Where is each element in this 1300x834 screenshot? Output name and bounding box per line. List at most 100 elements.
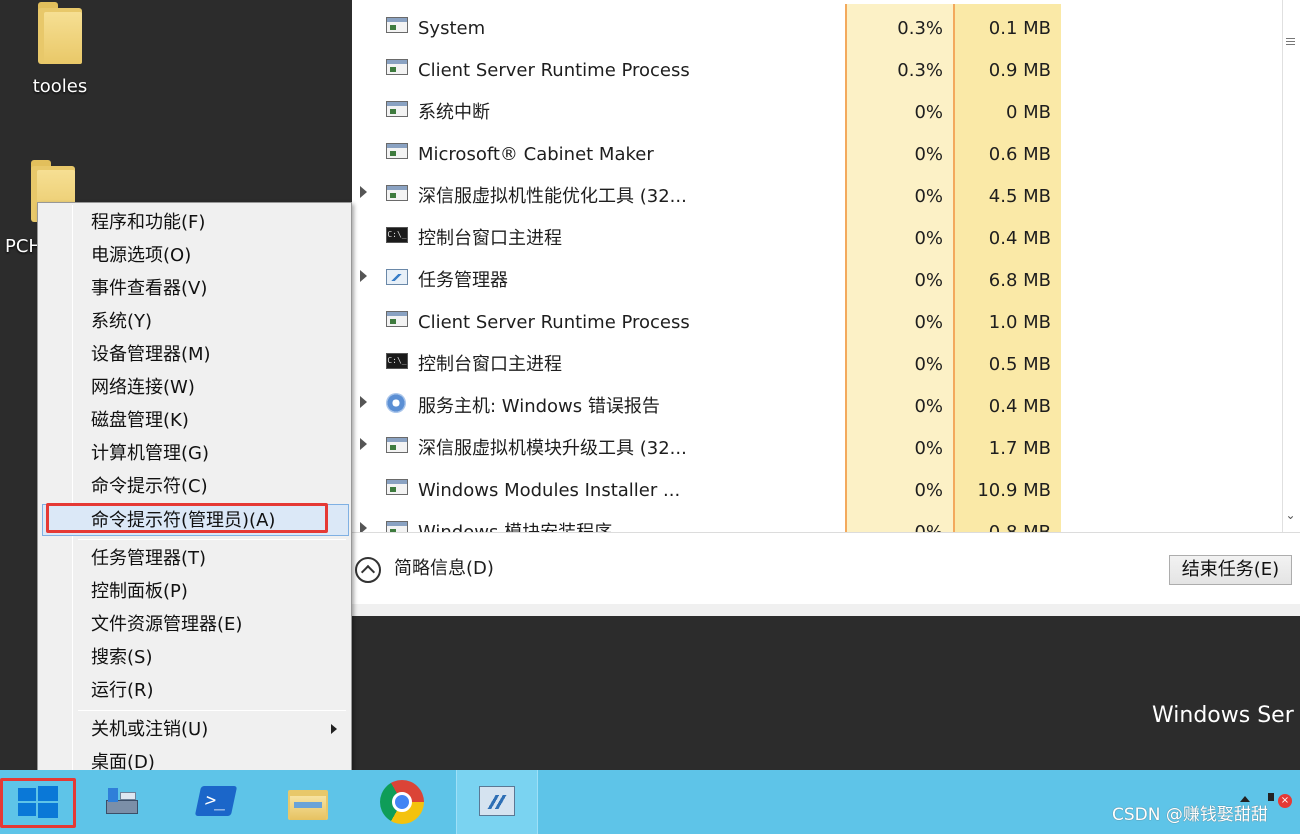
process-row[interactable]: 深信服虚拟机性能优化工具 (32... 0% 4.5 MB — [352, 172, 1282, 214]
speaker-muted-icon[interactable]: × — [1268, 788, 1292, 808]
memory-cell: 0 MB — [953, 88, 1061, 130]
memory-cell: 0.5 MB — [953, 340, 1061, 382]
process-row[interactable]: 系统中断 0% 0 MB — [352, 88, 1282, 130]
memory-cell: 4.5 MB — [953, 172, 1061, 214]
menu-item[interactable]: 命令提示符(C) — [40, 471, 349, 503]
menu-item-label: 运行(R) — [91, 680, 154, 701]
window-icon — [386, 185, 408, 201]
memory-cell: 0.4 MB — [953, 382, 1061, 424]
menu-item[interactable]: 文件资源管理器(E) — [40, 609, 349, 641]
chevron-up-circle-icon[interactable] — [355, 557, 381, 583]
memory-value: 0.8 MB — [989, 508, 1051, 532]
expand-arrow-icon[interactable] — [360, 522, 372, 532]
process-row[interactable]: Windows 模块安装程序 0% 0.8 MB — [352, 508, 1282, 532]
menu-item-label: 程序和功能(F) — [91, 212, 206, 233]
menu-item[interactable]: 网络连接(W) — [40, 372, 349, 404]
process-row[interactable]: Client Server Runtime Process 0% 1.0 MB — [352, 298, 1282, 340]
menu-item-label: 搜索(S) — [91, 647, 153, 668]
menu-item[interactable]: 磁盘管理(K) — [40, 405, 349, 437]
cpu-cell: 0% — [845, 88, 953, 130]
window-icon — [386, 437, 408, 453]
window-icon — [386, 521, 408, 532]
process-row[interactable]: 服务主机: Windows 错误报告 0% 0.4 MB — [352, 382, 1282, 424]
chrome-button[interactable] — [364, 770, 440, 834]
fewer-details-link[interactable]: 简略信息(D) — [394, 533, 494, 605]
menu-item[interactable]: 运行(R) — [40, 675, 349, 707]
menu-item[interactable]: 程序和功能(F) — [40, 207, 349, 239]
csdn-watermark: CSDN @赚钱娶甜甜 — [1112, 805, 1268, 825]
desktop-folder-tooles[interactable]: tooles — [5, 2, 115, 97]
cpu-value: 0% — [914, 508, 943, 532]
process-row[interactable]: 深信服虚拟机模块升级工具 (32... 0% 1.7 MB — [352, 424, 1282, 466]
menu-item-label: 电源选项(O) — [91, 245, 192, 266]
cpu-cell: 0% — [845, 256, 953, 298]
cpu-cell: 0% — [845, 424, 953, 466]
menu-separator — [78, 710, 346, 711]
menu-item-label: 磁盘管理(K) — [91, 410, 189, 431]
powershell-button[interactable]: >_ — [178, 770, 254, 834]
menu-item-label: 任务管理器(T) — [91, 548, 207, 569]
process-list: System 0.3% 0.1 MB Client Server Runtime Pr… — [352, 0, 1282, 532]
file-explorer-icon — [288, 782, 328, 822]
file-explorer-button[interactable] — [270, 770, 346, 834]
cpu-cell: 0% — [845, 382, 953, 424]
server-manager-button[interactable] — [84, 770, 160, 834]
winx-context-menu: 程序和功能(F) 电源选项(O) 事件查看器(V) 系统(Y) 设备管理器(M) 网络连接… — [37, 202, 352, 784]
process-row[interactable]: C:\_ 控制台窗口主进程 0% 0.4 MB — [352, 214, 1282, 256]
expand-arrow-icon[interactable] — [360, 396, 372, 408]
task-manager-footer: 简略信息(D) 结束任务(E) — [352, 532, 1300, 604]
window-icon — [386, 311, 408, 327]
menu-item-label: 设备管理器(M) — [91, 344, 211, 365]
end-task-button[interactable]: 结束任务(E) — [1169, 555, 1292, 585]
menu-item[interactable]: 设备管理器(M) — [40, 339, 349, 371]
process-row[interactable]: 任务管理器 0% 6.8 MB — [352, 256, 1282, 298]
memory-cell: 0.6 MB — [953, 130, 1061, 172]
menu-item[interactable]: 电源选项(O) — [40, 240, 349, 272]
vertical-scrollbar[interactable]: ⌄ — [1282, 0, 1298, 532]
process-row[interactable]: Client Server Runtime Process 0.3% 0.9 MB — [352, 46, 1282, 88]
window-border — [352, 604, 1300, 616]
menu-item[interactable]: 计算机管理(G) — [40, 438, 349, 470]
server-manager-icon — [106, 786, 138, 818]
cpu-cell: 0% — [845, 298, 953, 340]
window-icon — [386, 17, 408, 33]
process-row[interactable]: System 0.3% 0.1 MB — [352, 4, 1282, 46]
window-icon — [386, 59, 408, 75]
task-manager-taskbar-button[interactable] — [456, 770, 538, 834]
menu-item[interactable]: 系统(Y) — [40, 306, 349, 338]
os-edition-watermark: Windows Ser — [1152, 703, 1294, 728]
menu-item[interactable]: 任务管理器(T) — [40, 543, 349, 575]
expand-arrow-icon[interactable] — [360, 270, 372, 282]
menu-item[interactable]: 搜索(S) — [40, 642, 349, 674]
process-row[interactable]: C:\_ 控制台窗口主进程 0% 0.5 MB — [352, 340, 1282, 382]
submenu-arrow-icon — [331, 724, 337, 734]
folder-icon — [38, 2, 82, 64]
memory-cell: 1.7 MB — [953, 424, 1061, 466]
cpu-cell: 0.3% — [845, 46, 953, 88]
task-manager-icon — [386, 269, 408, 285]
memory-cell: 6.8 MB — [953, 256, 1061, 298]
memory-cell: 0.8 MB — [953, 508, 1061, 532]
process-row[interactable]: Microsoft® Cabinet Maker 0% 0.6 MB — [352, 130, 1282, 172]
menu-item-label: 命令提示符(C) — [91, 476, 208, 497]
memory-cell: 1.0 MB — [953, 298, 1061, 340]
memory-cell: 0.1 MB — [953, 4, 1061, 46]
powershell-icon: >_ — [194, 786, 238, 816]
menu-item[interactable]: 事件查看器(V) — [40, 273, 349, 305]
menu-item[interactable]: 控制面板(P) — [40, 576, 349, 608]
menu-item-label: 关机或注销(U) — [91, 719, 209, 740]
process-row[interactable]: Windows Modules Installer ... 0% 10.9 MB — [352, 466, 1282, 508]
scroll-grip-icon[interactable] — [1286, 38, 1295, 46]
menu-item-label: 控制面板(P) — [91, 581, 188, 602]
gear-icon — [386, 393, 406, 413]
expand-arrow-icon[interactable] — [360, 438, 372, 450]
menu-item[interactable]: 关机或注销(U) — [40, 714, 349, 746]
task-manager-window: System 0.3% 0.1 MB Client Server Runtime Pr… — [352, 0, 1300, 604]
scroll-down-arrow-icon[interactable]: ⌄ — [1285, 509, 1296, 521]
cpu-cell: 0% — [845, 130, 953, 172]
cpu-cell: 0% — [845, 340, 953, 382]
console-icon: C:\_ — [386, 227, 408, 243]
expand-arrow-icon[interactable] — [360, 186, 372, 198]
taskbar: >_ — [0, 770, 1300, 834]
highlight-box-cmd-admin — [46, 503, 328, 533]
